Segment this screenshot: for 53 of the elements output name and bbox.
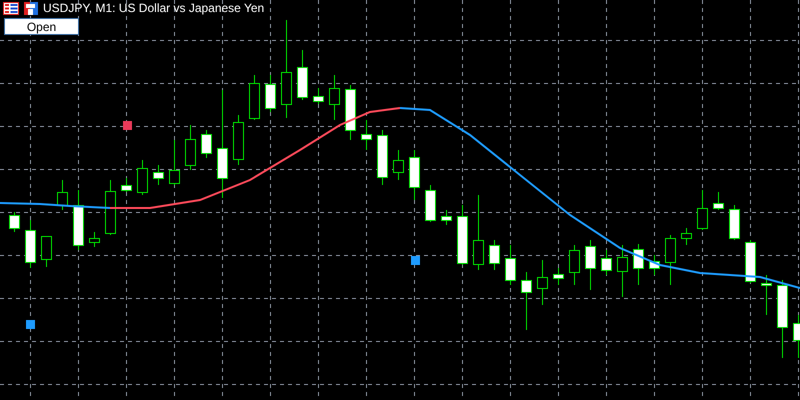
candlestick bbox=[713, 192, 724, 210]
candlestick bbox=[745, 240, 756, 284]
candlestick bbox=[153, 164, 164, 186]
signal-marker-icon bbox=[123, 121, 132, 130]
candlestick bbox=[297, 50, 308, 100]
open-button[interactable]: Open bbox=[4, 18, 79, 35]
candlestick bbox=[505, 244, 516, 286]
window-title: USDJPY, M1: US Dollar vs Japanese Yen bbox=[43, 1, 264, 15]
candlestick bbox=[73, 190, 84, 250]
candlestick bbox=[249, 74, 260, 120]
candlestick bbox=[169, 140, 180, 186]
candlestick bbox=[489, 240, 500, 270]
table-icon bbox=[3, 2, 19, 14]
window-icon bbox=[24, 2, 38, 14]
candlestick bbox=[649, 254, 660, 276]
candlestick bbox=[665, 234, 676, 286]
signal-marker-icon bbox=[411, 256, 420, 265]
candlestick bbox=[313, 88, 324, 104]
candlestick bbox=[9, 212, 20, 232]
candlestick bbox=[537, 260, 548, 306]
candlestick bbox=[201, 130, 212, 158]
candlestick bbox=[345, 84, 356, 140]
candlestick bbox=[761, 274, 772, 316]
candlestick bbox=[569, 244, 580, 286]
candlestick bbox=[41, 236, 52, 268]
candlestick bbox=[57, 180, 68, 210]
candlestick bbox=[521, 272, 532, 330]
candlestick bbox=[329, 74, 340, 120]
candlestick bbox=[553, 268, 564, 286]
candlestick bbox=[121, 178, 132, 192]
candlestick bbox=[233, 114, 244, 166]
candlestick bbox=[617, 244, 628, 298]
candlestick bbox=[585, 240, 596, 290]
candlestick bbox=[425, 184, 436, 222]
candlestick bbox=[89, 232, 100, 248]
candlestick bbox=[793, 314, 800, 358]
candlestick bbox=[681, 228, 692, 246]
candlestick bbox=[25, 220, 36, 268]
candlestick bbox=[361, 120, 372, 150]
candlestick bbox=[633, 244, 644, 286]
candlestick bbox=[601, 250, 612, 276]
candlestick bbox=[377, 130, 388, 186]
candlestick bbox=[105, 180, 116, 236]
candlestick bbox=[457, 204, 468, 266]
candlestick bbox=[729, 204, 740, 240]
candlestick bbox=[265, 74, 276, 112]
candlestick bbox=[409, 150, 420, 200]
signal-marker-icon bbox=[26, 320, 35, 329]
candlestick bbox=[697, 190, 708, 230]
candlestick bbox=[441, 210, 452, 226]
candlestick bbox=[137, 160, 148, 196]
candlestick bbox=[393, 150, 404, 180]
candlestick bbox=[185, 124, 196, 170]
